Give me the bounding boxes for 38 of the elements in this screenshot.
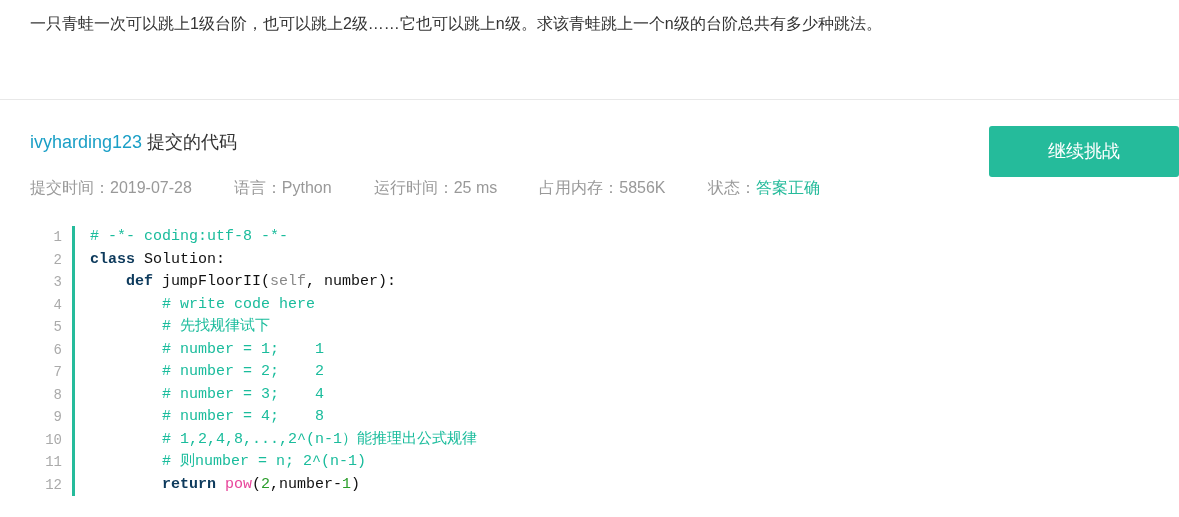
meta-value: 25 ms bbox=[453, 178, 498, 198]
line-number: 11 bbox=[45, 454, 62, 470]
line-number: 2 bbox=[53, 251, 62, 268]
meta-label: 占用内存： bbox=[539, 178, 620, 198]
line-number: 3 bbox=[53, 274, 62, 290]
meta-label: 状态： bbox=[707, 178, 756, 198]
code-line: # 先找规律试下 bbox=[162, 318, 270, 335]
line-number: 7 bbox=[53, 364, 62, 380]
code-line: # -*- coding:utf-8 -*- bbox=[90, 228, 289, 245]
meta-label: 运行时间： bbox=[373, 178, 454, 198]
question-text: 一只青蛙一次可以跳上1级台阶，也可以跳上2级……它也可以跳上n级。求该青蛙跳上一个n级的台阶总共有多少种跳法。 bbox=[30, 14, 883, 34]
code-line: class Solution: bbox=[90, 250, 226, 268]
code-line: # number = 2; 2 bbox=[162, 363, 325, 380]
code-line: # 1,2,4,8,...,2^(n-1）能推理出公式规律 bbox=[162, 430, 478, 448]
code-line: return pow(2,number-1) bbox=[162, 475, 361, 493]
line-number: 6 bbox=[53, 341, 62, 358]
code-line: def jumpFloorII(self, number): bbox=[126, 273, 397, 290]
line-number: 5 bbox=[53, 319, 62, 335]
meta-value: 5856K bbox=[619, 178, 666, 198]
code-line: # number = 3; 4 bbox=[162, 385, 325, 403]
status-value: 答案正确 bbox=[755, 178, 820, 198]
code-line: # number = 1; 1 bbox=[162, 340, 325, 358]
line-number: 12 bbox=[45, 476, 62, 493]
code-line: # write code here bbox=[162, 295, 316, 313]
meta-label: 语言： bbox=[233, 178, 282, 198]
continue-challenge-button[interactable]: 继续挑战 bbox=[989, 126, 1179, 177]
meta-value: 2019-07-28 bbox=[110, 178, 192, 198]
username-link[interactable]: ivyharding123 bbox=[30, 128, 143, 156]
line-number: 9 bbox=[53, 409, 62, 425]
line-number: 1 bbox=[53, 229, 62, 245]
line-number: 8 bbox=[53, 386, 62, 403]
meta-label: 提交时间： bbox=[30, 178, 110, 198]
code-line: # number = 4; 8 bbox=[162, 408, 325, 425]
meta-value: Python bbox=[281, 178, 332, 198]
submission-title: 提交的代码 bbox=[147, 131, 238, 154]
line-number: 4 bbox=[53, 296, 62, 313]
code-line: # 则number = n; 2^(n-1) bbox=[162, 453, 367, 470]
line-number: 10 bbox=[45, 431, 62, 448]
